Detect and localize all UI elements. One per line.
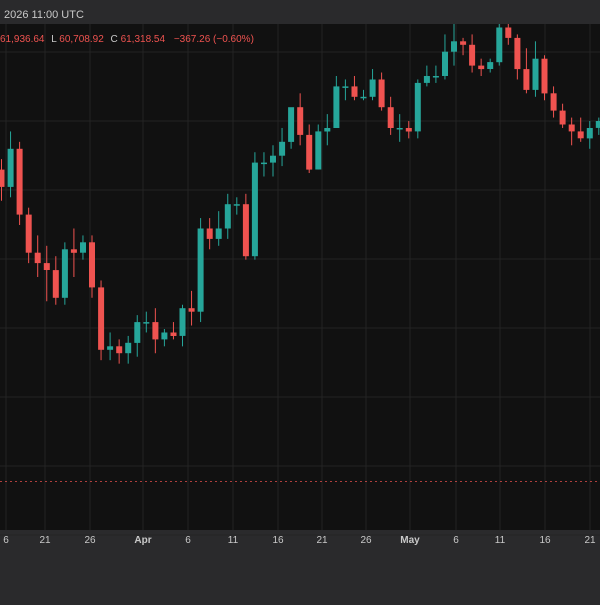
candle-body — [469, 44, 476, 66]
candle-body — [270, 155, 276, 163]
candlestick-chart[interactable]: 6 21 26 Apr 6 11 16 21 26 May 6 11 16 21 2026 11:00 U… — [0, 0, 600, 600]
candle-body — [143, 322, 150, 324]
candle-body — [52, 270, 59, 298]
candle-body — [568, 124, 575, 132]
ohlc-close-value: 61,318.54 — [121, 34, 166, 45]
candle-body — [595, 121, 600, 128]
ohlc-legend: 61,936.64 L 60,708.92 C 61,318.54 −367.2… — [0, 34, 254, 45]
ohlc-close-label: C — [111, 34, 118, 45]
ohlc-open-value: 61,936.64 — [0, 34, 45, 45]
candle-body — [559, 110, 566, 125]
candle-body — [61, 249, 68, 298]
candle-body — [387, 107, 394, 128]
x-tick-label: 26 — [84, 535, 96, 546]
candle-body — [134, 322, 141, 343]
ohlc-change-value: −367.26 (−0.60%) — [174, 34, 254, 45]
candle-body — [43, 263, 50, 270]
x-tick-label: 11 — [495, 535, 506, 546]
candle-body — [25, 214, 32, 253]
candle-body — [215, 228, 222, 239]
x-tick-label: 21 — [316, 535, 328, 546]
candle-body — [577, 131, 584, 139]
candle — [251, 152, 258, 260]
candle-body — [233, 204, 240, 206]
x-tick-label: 21 — [584, 535, 596, 546]
candle-body — [487, 62, 494, 69]
candle-body — [496, 27, 503, 63]
candle-body — [423, 76, 430, 83]
candle-body — [550, 93, 557, 111]
candle — [197, 218, 204, 323]
candle-body — [342, 86, 349, 88]
x-tick-label: 21 — [39, 535, 51, 546]
x-tick-label: 16 — [539, 535, 551, 546]
candle-body — [179, 308, 186, 336]
candle-body — [224, 204, 231, 229]
candle-body — [414, 82, 421, 132]
candle-body — [188, 308, 195, 312]
candle-body — [405, 128, 412, 132]
candle-body — [0, 169, 5, 187]
candle-body — [70, 249, 77, 253]
candle-body — [89, 242, 95, 288]
ohlc-low-value: 60,708.92 — [59, 34, 104, 45]
candle-body — [261, 162, 267, 165]
x-tick-label: Apr — [134, 535, 151, 546]
x-tick-label: 26 — [360, 535, 372, 546]
header-datetime: 2026 11:00 UTC — [4, 9, 84, 21]
ohlc-low-label: L — [51, 34, 57, 45]
candle-body — [505, 27, 512, 38]
candle-body — [396, 128, 403, 130]
candle-body — [251, 162, 258, 257]
candle-body — [432, 76, 439, 78]
candle-body — [315, 131, 322, 170]
candle-body — [116, 346, 123, 354]
candle-body — [532, 58, 539, 90]
candle-body — [523, 69, 530, 90]
x-tick-label: 6 — [185, 535, 191, 546]
candle-body — [80, 242, 86, 253]
candle-body — [242, 204, 249, 257]
candle-body — [460, 41, 467, 45]
candle-body — [442, 51, 448, 76]
candle-body — [324, 128, 331, 132]
x-tick-label: May — [400, 535, 420, 546]
candle-body — [478, 65, 485, 70]
candle — [414, 79, 421, 139]
chart-frame: 6 21 26 Apr 6 11 16 21 26 May 6 11 16 21 2026 11:00 U… — [0, 0, 600, 600]
x-tick-label: 11 — [228, 535, 239, 546]
candle-body — [197, 228, 204, 312]
x-tick-label: 6 — [3, 535, 9, 546]
candle-body — [306, 134, 313, 170]
candle-body — [170, 332, 177, 336]
candle-body — [451, 41, 457, 52]
candle-body — [107, 346, 114, 350]
candle — [98, 280, 105, 361]
candle-body — [125, 342, 132, 354]
candle-body — [514, 37, 521, 70]
candle-body — [152, 322, 159, 340]
candle-body — [16, 148, 23, 215]
candle-body — [360, 96, 367, 99]
candle-body — [206, 228, 213, 239]
candle-body — [333, 86, 340, 128]
candle-body — [369, 79, 376, 97]
candle-body — [161, 332, 168, 340]
candle-body — [586, 128, 593, 139]
candle — [496, 24, 503, 66]
candle-body — [7, 148, 14, 187]
candle-body — [378, 79, 385, 108]
candle-body — [288, 107, 295, 142]
candle-body — [541, 58, 548, 94]
candle — [16, 141, 23, 226]
candle-body — [34, 252, 41, 264]
candle-body — [351, 86, 358, 97]
candle-body — [98, 287, 105, 350]
candle-body — [279, 141, 286, 156]
candle-body — [297, 107, 304, 135]
x-tick-label: 16 — [272, 535, 284, 546]
x-tick-label: 6 — [453, 535, 459, 546]
candle — [61, 242, 68, 305]
